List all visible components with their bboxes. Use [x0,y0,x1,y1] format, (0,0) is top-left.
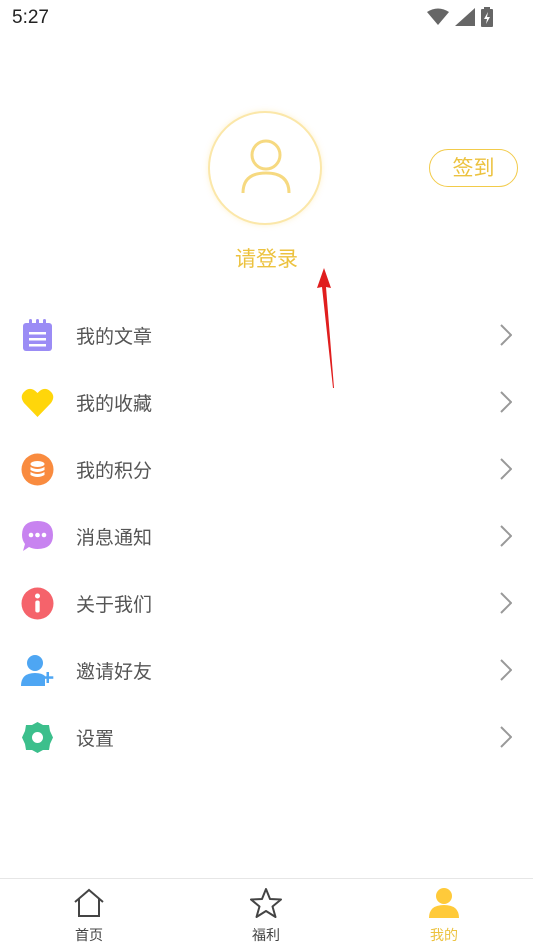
signin-button[interactable]: 签到 [429,149,518,187]
chevron-right-icon [500,458,512,480]
heart-icon [21,388,54,417]
tab-label: 首页 [75,928,103,944]
menu-item-about[interactable]: 关于我们 [0,570,533,637]
menu-item-notifications[interactable]: 消息通知 [0,503,533,570]
chevron-right-icon [500,659,512,681]
tab-benefits[interactable]: 福利 [206,879,326,949]
bottom-tab-bar: 首页 福利 我的 [0,878,533,949]
user-icon [429,888,459,918]
wifi-icon [427,8,449,25]
home-icon [74,888,104,917]
star-icon [250,888,282,918]
menu-list: 我的文章 我的收藏 我的积分 消息通知 关于我们 邀请好友 设置 [0,302,533,771]
menu-item-label: 我的文章 [76,326,153,348]
avatar[interactable] [208,111,322,225]
info-icon [21,587,54,620]
menu-item-invite[interactable]: 邀请好友 [0,637,533,704]
menu-item-label: 消息通知 [76,527,153,549]
gear-icon [22,722,53,753]
status-icons [427,7,493,27]
status-time: 5:27 [12,7,49,28]
tab-mine[interactable]: 我的 [384,879,504,949]
menu-item-points[interactable]: 我的积分 [0,436,533,503]
menu-item-label: 关于我们 [76,594,153,616]
status-bar: 5:27 [0,0,533,36]
menu-item-label: 邀请好友 [76,661,153,683]
tab-home[interactable]: 首页 [29,879,149,949]
battery-icon [481,7,493,27]
notepad-icon [23,319,52,351]
coins-icon [21,453,54,486]
user-outline-icon [241,139,291,194]
menu-item-label: 我的积分 [76,460,153,482]
tab-label: 我的 [430,928,458,944]
chevron-right-icon [500,525,512,547]
menu-item-favorites[interactable]: 我的收藏 [0,369,533,436]
menu-item-articles[interactable]: 我的文章 [0,302,533,369]
chevron-right-icon [500,324,512,346]
chevron-right-icon [500,592,512,614]
chat-bubble-icon [22,521,53,551]
add-user-icon [21,655,54,686]
signal-icon [455,8,475,26]
menu-item-label: 我的收藏 [76,393,153,415]
tab-label: 福利 [252,928,280,944]
menu-item-label: 设置 [76,728,115,750]
menu-item-settings[interactable]: 设置 [0,704,533,771]
chevron-right-icon [500,391,512,413]
chevron-right-icon [500,726,512,748]
login-prompt[interactable]: 请登录 [0,243,533,273]
